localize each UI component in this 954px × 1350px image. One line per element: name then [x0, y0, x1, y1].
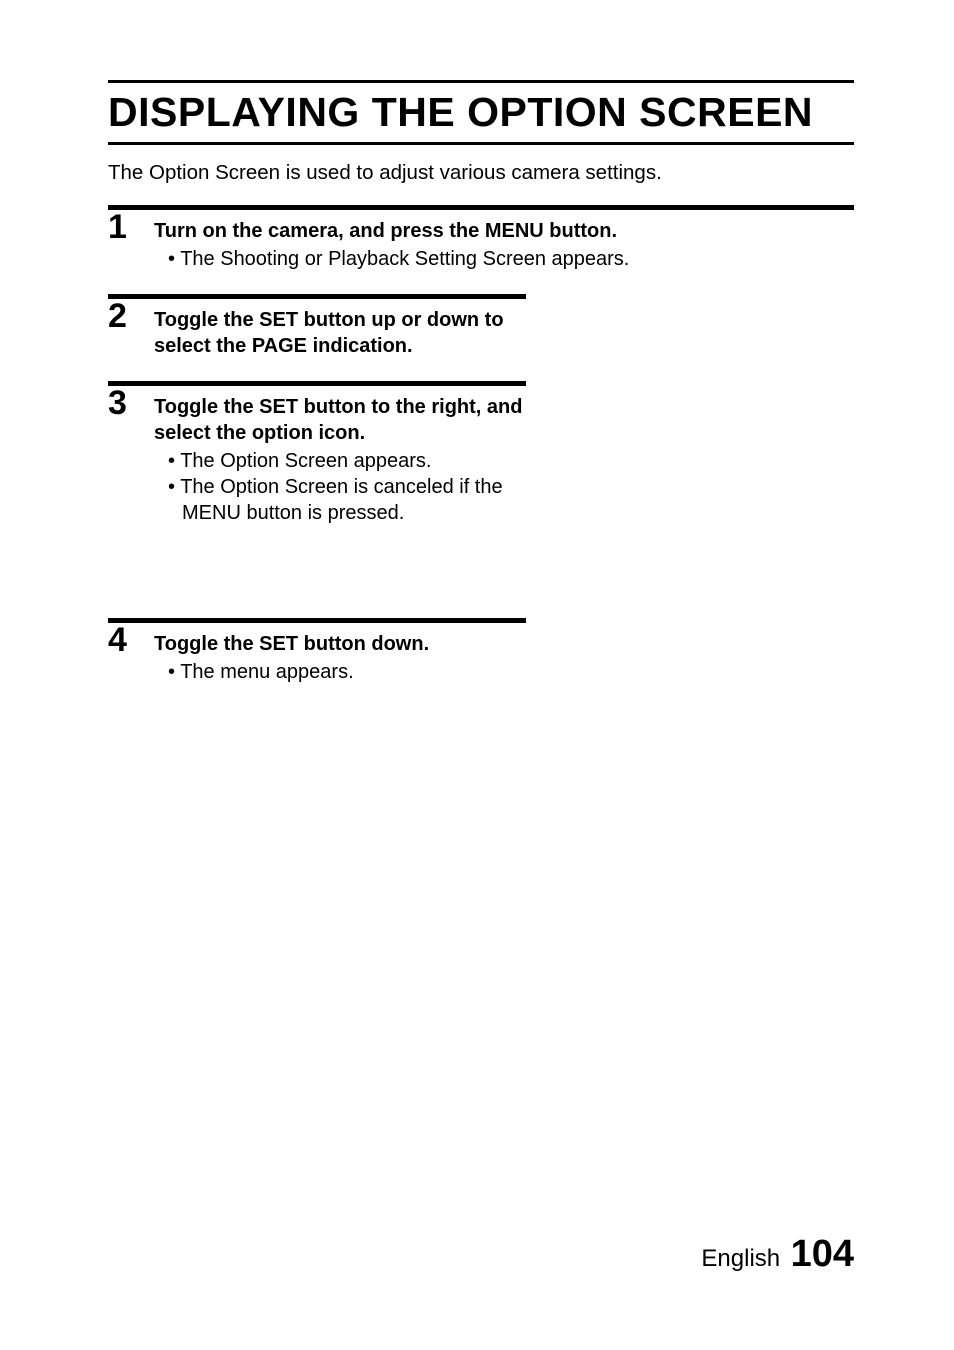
spacer [108, 548, 854, 618]
step-block: 2 Toggle the SET button up or down to se… [108, 294, 526, 359]
step-body: Turn on the camera, and press the MENU b… [154, 210, 854, 272]
footer-language: English [701, 1245, 780, 1272]
bullet-item: The menu appears. [168, 659, 526, 685]
step-heading: Toggle the SET button down. [154, 631, 526, 657]
bullet-item: The Option Screen is canceled if the MEN… [168, 474, 526, 526]
title-rule-bottom [108, 142, 854, 145]
step-bullets: The Shooting or Playback Setting Screen … [154, 246, 854, 272]
step-number: 4 [108, 623, 154, 657]
step-bullets: The Option Screen appears. The Option Sc… [154, 448, 526, 526]
step-row: 2 Toggle the SET button up or down to se… [108, 299, 526, 359]
bullet-item: The Option Screen appears. [168, 448, 526, 474]
step-block: 3 Toggle the SET button to the right, an… [108, 381, 526, 526]
intro-text: The Option Screen is used to adjust vari… [108, 159, 854, 187]
page-title: DISPLAYING THE OPTION SCREEN [108, 87, 854, 142]
step-body: Toggle the SET button down. The menu app… [154, 623, 526, 685]
step-body: Toggle the SET button to the right, and … [154, 386, 526, 526]
step-heading: Toggle the SET button up or down to sele… [154, 307, 526, 359]
step-heading: Toggle the SET button to the right, and … [154, 394, 526, 446]
step-number: 2 [108, 299, 154, 333]
step-row: 3 Toggle the SET button to the right, an… [108, 386, 526, 526]
step-row: 1 Turn on the camera, and press the MENU… [108, 210, 854, 272]
step-row: 4 Toggle the SET button down. The menu a… [108, 623, 526, 685]
step-number: 3 [108, 386, 154, 420]
step-block: 4 Toggle the SET button down. The menu a… [108, 618, 526, 685]
step-body: Toggle the SET button up or down to sele… [154, 299, 526, 359]
step-number: 1 [108, 210, 154, 244]
step-block: 1 Turn on the camera, and press the MENU… [108, 205, 854, 272]
bullet-item: The Shooting or Playback Setting Screen … [168, 246, 854, 272]
footer-page-number: 104 [791, 1233, 854, 1275]
page-footer: English 104 [701, 1233, 854, 1276]
page-content: DISPLAYING THE OPTION SCREEN The Option … [0, 0, 954, 685]
title-rule-top [108, 80, 854, 83]
step-heading: Turn on the camera, and press the MENU b… [154, 218, 854, 244]
step-bullets: The menu appears. [154, 659, 526, 685]
